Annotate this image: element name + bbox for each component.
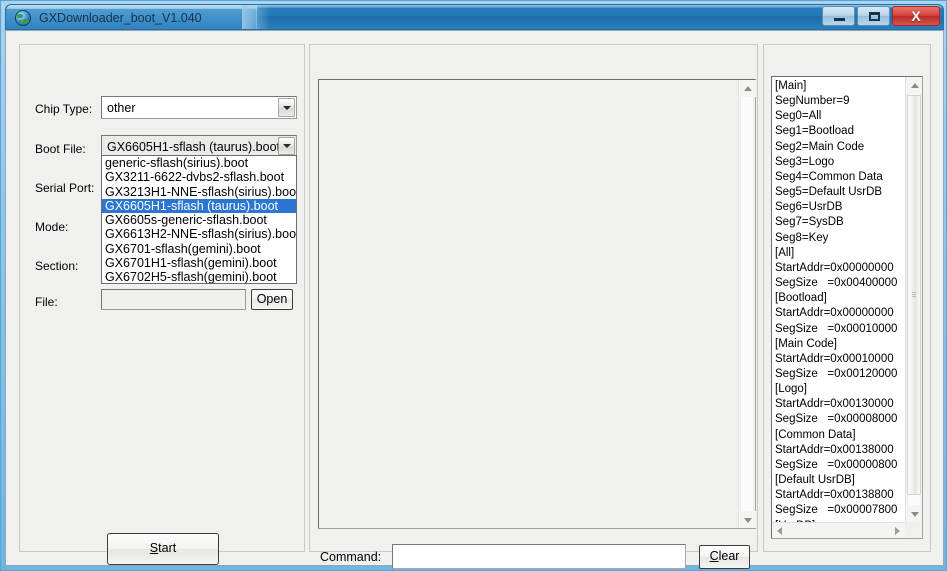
- client-area: Chip Type: other Boot File: GX6605H1-sfl…: [5, 30, 944, 569]
- clear-button[interactable]: Clear: [699, 545, 750, 569]
- list-item[interactable]: GX3211-6622-dvbs2-sflash.boot: [102, 170, 296, 184]
- log-textarea[interactable]: [318, 79, 756, 529]
- file-input[interactable]: [101, 289, 246, 310]
- scroll-up-icon[interactable]: [739, 80, 756, 97]
- file-label: File:: [35, 295, 58, 309]
- start-label-suffix: tart: [158, 541, 177, 555]
- chip-type-label: Chip Type:: [35, 102, 93, 116]
- maximize-button[interactable]: [857, 6, 890, 26]
- list-item-selected[interactable]: GX6605H1-sflash (taurus).boot: [102, 198, 296, 214]
- list-item[interactable]: GX6605s-generic-sflash.boot: [102, 213, 296, 227]
- chip-type-value: other: [107, 101, 136, 115]
- chip-type-combobox[interactable]: other: [101, 96, 297, 119]
- list-item[interactable]: GX3213H1-NNE-sflash(sirius).boot: [102, 185, 296, 199]
- window-title: GXDownloader_boot_V1.040: [39, 11, 202, 25]
- clear-accel: C: [709, 549, 719, 563]
- chevron-down-icon[interactable]: [278, 98, 295, 117]
- config-horizontal-scrollbar[interactable]: [772, 522, 922, 538]
- segment-config-textarea[interactable]: [Main] SegNumber=9 Seg0=All Seg1=Bootloa…: [771, 76, 923, 539]
- mode-label: Mode:: [35, 220, 69, 234]
- minimize-icon: [834, 18, 845, 21]
- scroll-down-icon[interactable]: [739, 511, 756, 528]
- maximize-icon: [869, 12, 880, 21]
- chevron-down-icon[interactable]: [278, 137, 295, 155]
- command-input[interactable]: [392, 544, 686, 569]
- config-vertical-scrollbar[interactable]: [905, 77, 922, 522]
- list-item[interactable]: GX6701-sflash(gemini).boot: [102, 242, 296, 256]
- command-label: Command:: [320, 550, 382, 564]
- open-button[interactable]: Open: [251, 289, 293, 310]
- list-item[interactable]: generic-sflash(sirius).boot: [102, 156, 296, 170]
- list-item[interactable]: GX6613H2-NNE-sflash(sirius).boot: [102, 227, 296, 241]
- segment-config-text: [Main] SegNumber=9 Seg0=All Seg1=Bootloa…: [775, 80, 898, 538]
- section-label: Section:: [35, 259, 79, 273]
- serial-port-label: Serial Port:: [35, 181, 95, 195]
- list-item[interactable]: GX6702H5-sflash(gemini).boot: [102, 270, 296, 283]
- close-icon: X: [911, 8, 921, 24]
- start-accel: S: [149, 541, 159, 555]
- scrollbar-corner: [905, 522, 922, 538]
- clear-button-label: Clear: [700, 550, 749, 563]
- scroll-left-icon[interactable]: [772, 523, 788, 538]
- scroll-right-icon[interactable]: [889, 523, 905, 538]
- globe-icon: [15, 10, 31, 26]
- boot-file-label: Boot File:: [35, 142, 86, 156]
- title-bar: GXDownloader_boot_V1.040 X: [5, 4, 944, 30]
- application-window: GXDownloader_boot_V1.040 X Chip Type: ot…: [0, 0, 947, 571]
- minimize-button[interactable]: [822, 6, 855, 26]
- open-button-label: Open: [256, 291, 288, 306]
- start-button-label: Start: [108, 542, 218, 555]
- clear-label-suffix: lear: [718, 549, 740, 563]
- list-item[interactable]: GX6701H1-sflash(gemini).boot: [102, 256, 296, 270]
- boot-file-value: GX6605H1-sflash (taurus).boot: [107, 140, 281, 154]
- scrollbar-thumb[interactable]: [907, 95, 921, 495]
- boot-file-combobox[interactable]: GX6605H1-sflash (taurus).boot: [101, 135, 297, 157]
- scrollbar-track[interactable]: [740, 97, 754, 511]
- log-vertical-scrollbar[interactable]: [738, 80, 756, 528]
- scroll-up-icon[interactable]: [906, 77, 922, 94]
- scroll-down-icon[interactable]: [906, 505, 922, 522]
- close-button[interactable]: X: [892, 6, 940, 26]
- start-button[interactable]: Start: [107, 533, 219, 565]
- boot-file-dropdown-list[interactable]: generic-sflash(sirius).boot GX3211-6622-…: [101, 155, 297, 284]
